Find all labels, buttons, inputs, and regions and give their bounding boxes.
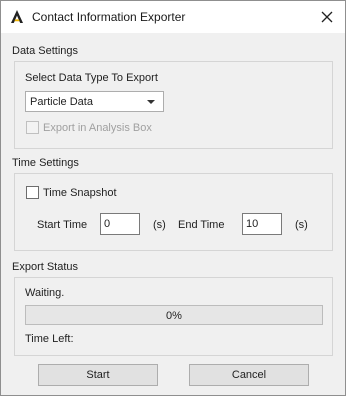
time-snapshot-label: Time Snapshot bbox=[43, 187, 117, 199]
start-time-input[interactable]: 0 bbox=[100, 213, 140, 235]
exporter-dialog: Contact Information Exporter Data Settin… bbox=[0, 0, 346, 396]
status-text: Waiting. bbox=[25, 287, 65, 299]
end-time-unit: (s) bbox=[295, 219, 308, 231]
cancel-button[interactable]: Cancel bbox=[189, 364, 309, 386]
progress-text: 0% bbox=[166, 310, 182, 322]
cancel-button-label: Cancel bbox=[231, 369, 267, 381]
time-left-label: Time Left: bbox=[25, 333, 74, 345]
data-settings-heading: Data Settings bbox=[12, 45, 79, 57]
close-button[interactable] bbox=[309, 1, 345, 33]
start-button[interactable]: Start bbox=[38, 364, 158, 386]
data-type-value: Particle Data bbox=[30, 96, 93, 108]
export-status-heading: Export Status bbox=[12, 261, 79, 273]
data-type-dropdown[interactable]: Particle Data bbox=[25, 91, 164, 112]
end-time-value: 10 bbox=[246, 218, 259, 230]
time-snapshot-checkbox[interactable] bbox=[26, 186, 39, 199]
export-in-box-checkbox[interactable] bbox=[26, 121, 39, 134]
start-time-unit: (s) bbox=[153, 219, 166, 231]
title-bar: Contact Information Exporter bbox=[1, 1, 345, 33]
end-time-input[interactable]: 10 bbox=[242, 213, 282, 235]
window-title: Contact Information Exporter bbox=[32, 10, 186, 24]
export-in-box-label: Export in Analysis Box bbox=[43, 122, 152, 134]
start-time-label: Start Time bbox=[37, 219, 88, 231]
end-time-label: End Time bbox=[178, 219, 225, 231]
app-logo-icon bbox=[11, 10, 23, 23]
start-time-value: 0 bbox=[104, 218, 111, 230]
export-progress-bar: 0% bbox=[25, 305, 323, 325]
select-data-type-label: Select Data Type To Export bbox=[25, 72, 158, 84]
close-icon bbox=[321, 11, 333, 23]
chevron-down-icon bbox=[147, 100, 155, 104]
time-settings-heading: Time Settings bbox=[12, 157, 79, 169]
time-settings-group bbox=[14, 173, 333, 251]
start-button-label: Start bbox=[86, 369, 110, 381]
